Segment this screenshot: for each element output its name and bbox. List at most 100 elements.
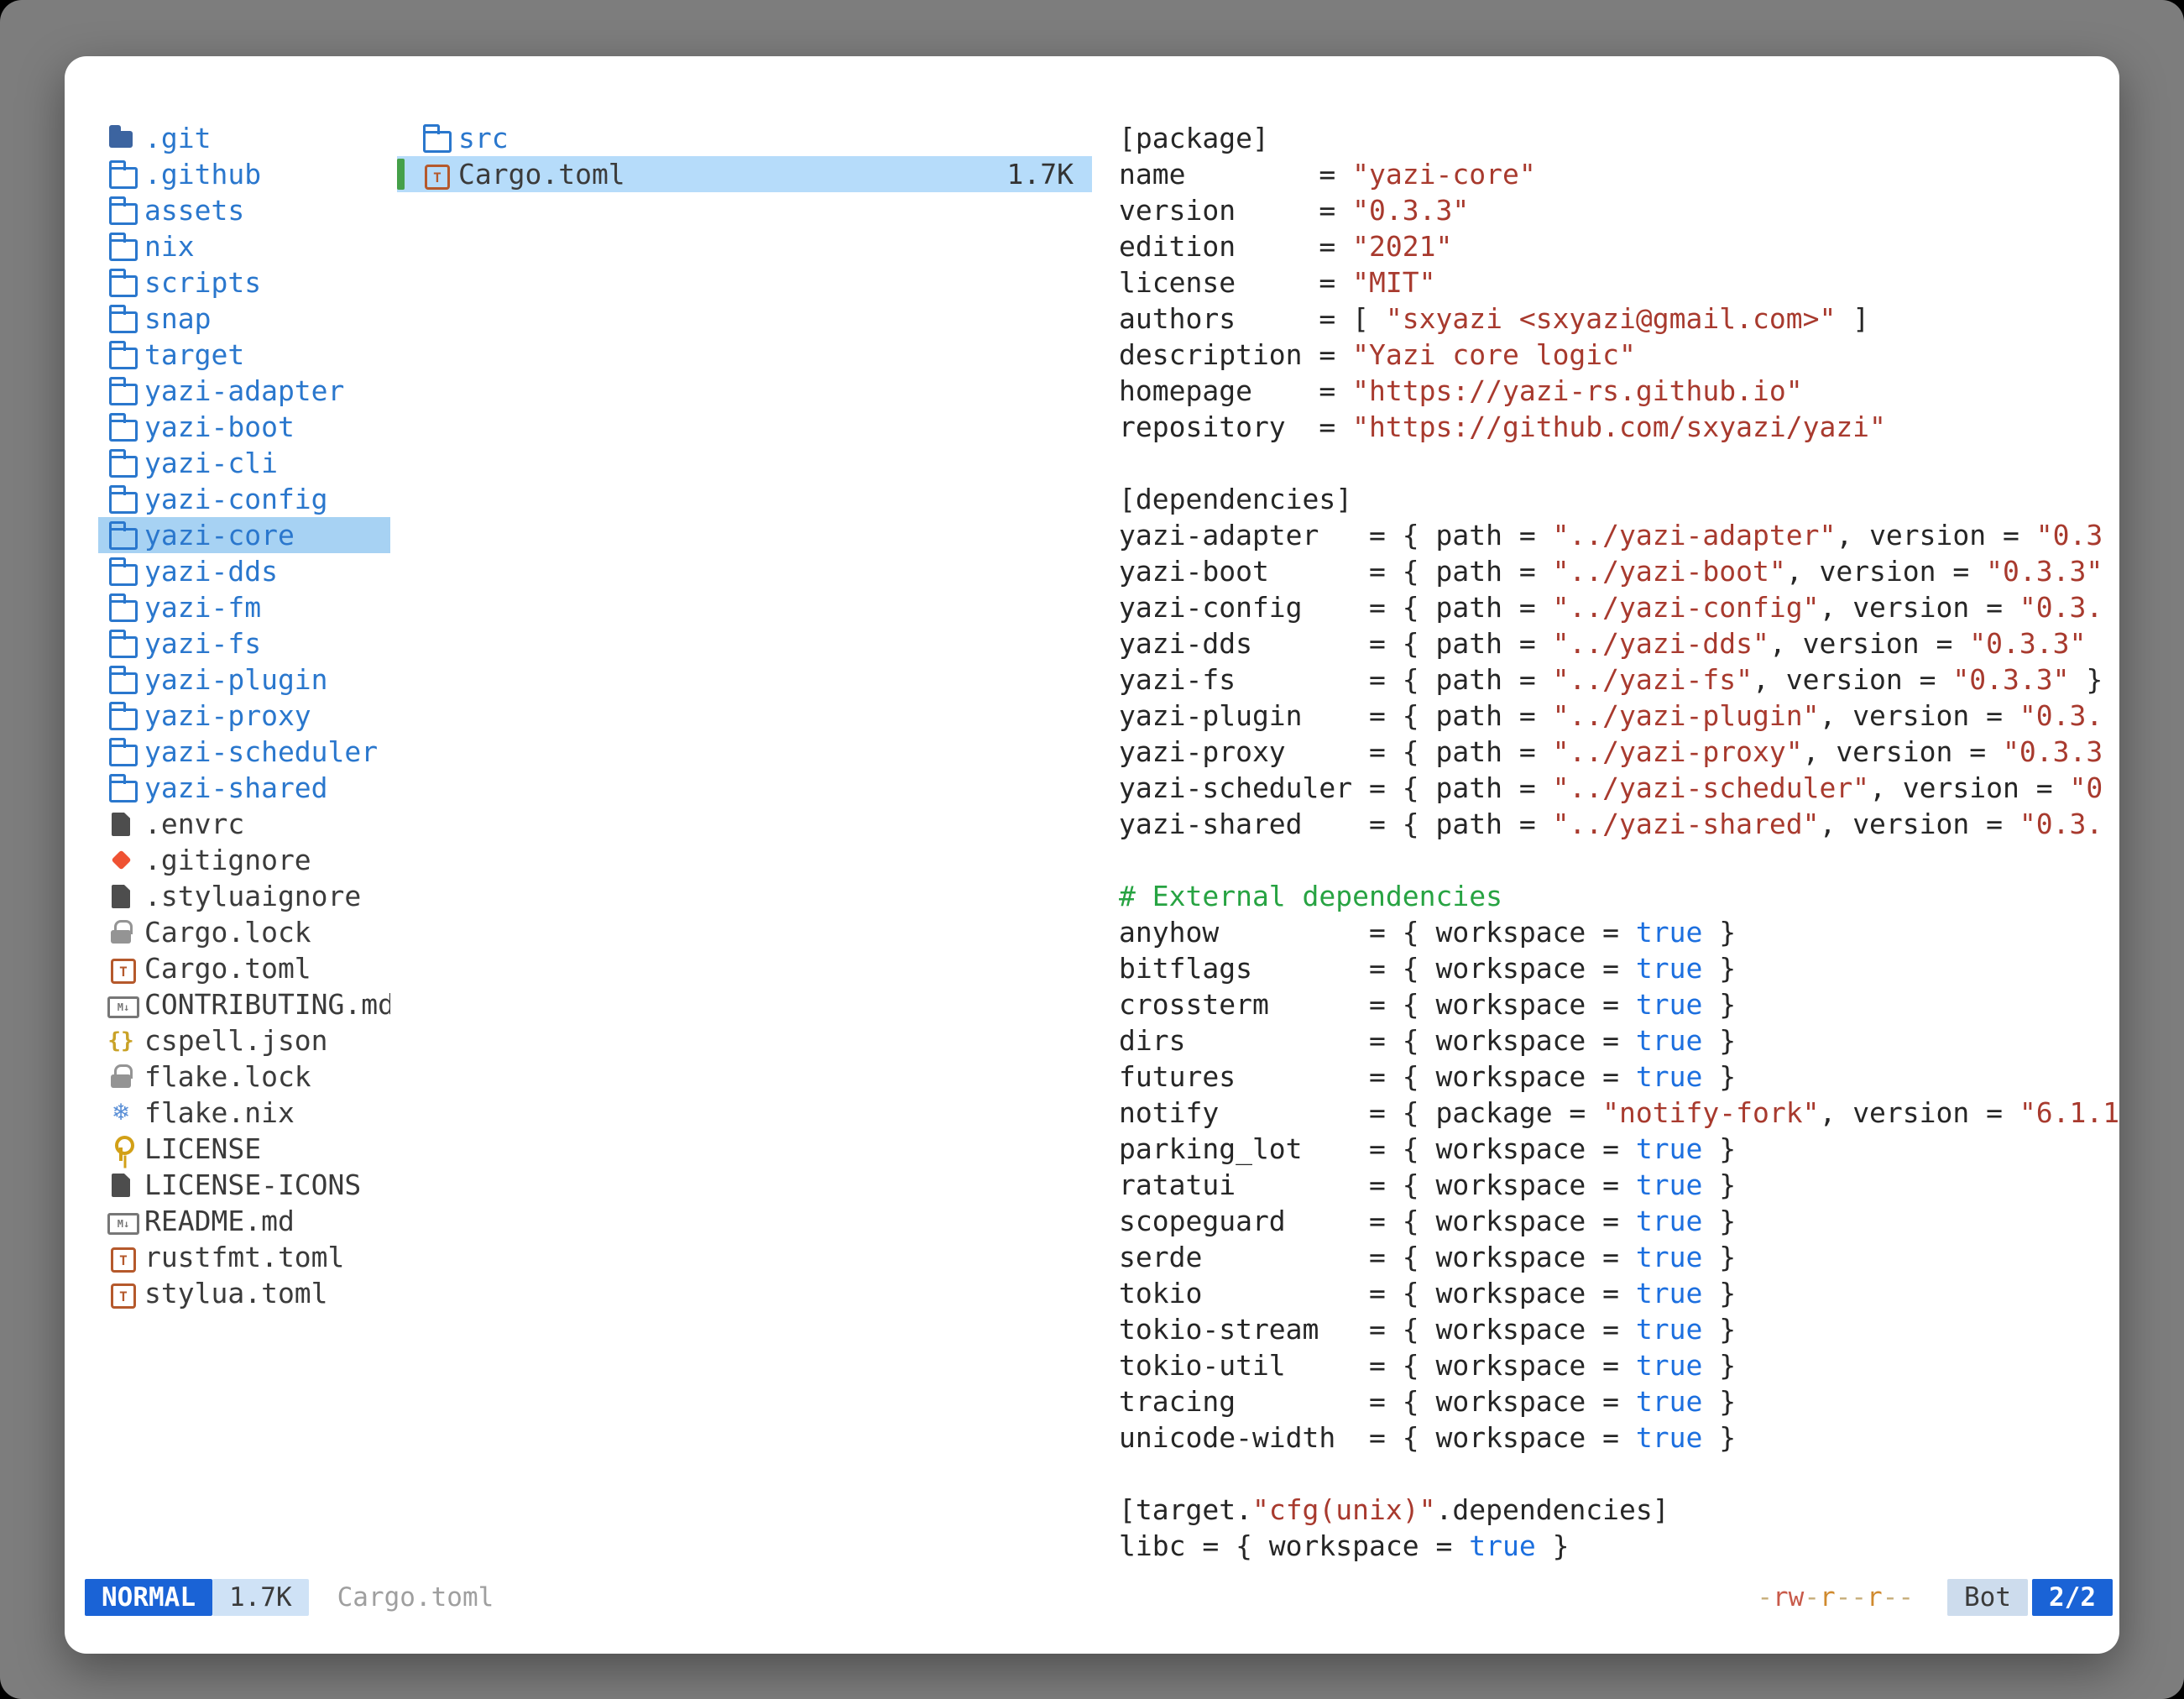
git-folder-icon [105,120,137,156]
preview-line: yazi-adapter = { path = "../yazi-adapter… [1119,517,2119,553]
preview-line: bitflags = { workspace = true } [1119,950,2119,986]
entry-name: yazi-cli [144,447,278,479]
folder-icon [105,156,137,192]
parent-directory-item[interactable]: yazi-boot [98,409,390,445]
parent-directory-item[interactable]: yazi-fs [98,625,390,661]
parent-directory-item[interactable]: yazi-plugin [98,661,390,698]
toml-icon [105,950,137,986]
preview-line: [dependencies] [1119,481,2119,517]
current-directory-pane: src Cargo.toml 1.7K [397,120,1092,1579]
scroll-position-badge: Bot [1947,1579,2028,1616]
preview-line: serde = { workspace = true } [1119,1239,2119,1275]
file-icon [105,806,137,842]
current-directory-item[interactable]: src [397,120,1092,156]
preview-line: authors = [ "sxyazi <sxyazi@gmail.com>" … [1119,301,2119,337]
parent-directory-item[interactable]: yazi-config [98,481,390,517]
current-directory-item[interactable]: Cargo.toml 1.7K [397,156,1092,192]
preview-line: [package] [1119,120,2119,156]
preview-line: ratatui = { workspace = true } [1119,1167,2119,1203]
folder-icon [105,661,137,698]
entry-name: yazi-config [144,483,328,515]
parent-directory-item[interactable]: snap [98,301,390,337]
status-bar: NORMAL 1.7K Cargo.toml -rw-r--r-- Bot 2/… [65,1579,2119,1616]
file-permissions: -rw-r--r-- [1757,1579,1914,1616]
folder-icon [105,734,137,770]
entry-name: .envrc [144,808,244,840]
preview-line: name = "yazi-core" [1119,156,2119,192]
folder-icon [105,445,137,481]
preview-line: tokio = { workspace = true } [1119,1275,2119,1311]
preview-line: anyhow = { workspace = true } [1119,914,2119,950]
parent-directory-item[interactable]: cspell.json [98,1022,390,1059]
file-preview-pane: [package]name = "yazi-core"version = "0.… [1119,120,2119,1579]
file-manager-panes: .git .github assets nix scripts [65,120,2119,1579]
markdown-icon [105,986,137,1022]
folder-icon [105,553,137,589]
parent-directory-item[interactable]: yazi-adapter [98,373,390,409]
entry-name: Cargo.toml [144,952,311,985]
key-icon [105,1131,137,1167]
preview-line: libc = { workspace = true } [1119,1528,2119,1564]
parent-directory-item[interactable]: .github [98,156,390,192]
hover-marker [397,159,405,190]
toml-icon [419,156,451,192]
entry-name: yazi-adapter [144,374,344,407]
parent-directory-item[interactable]: yazi-proxy [98,698,390,734]
status-file-name: Cargo.toml [337,1579,494,1616]
parent-directory-item[interactable]: yazi-scheduler [98,734,390,770]
toml-icon [105,1275,137,1311]
parent-directory-item[interactable]: flake.nix [98,1095,390,1131]
parent-directory-item[interactable]: yazi-dds [98,553,390,589]
parent-directory-item[interactable]: LICENSE [98,1131,390,1167]
entry-name: nix [144,230,195,263]
parent-directory-item[interactable]: rustfmt.toml [98,1239,390,1275]
parent-directory-item[interactable]: CONTRIBUTING.md [98,986,390,1022]
preview-line: yazi-fs = { path = "../yazi-fs", version… [1119,661,2119,698]
git-icon [105,842,137,878]
parent-directory-item[interactable]: Cargo.lock [98,914,390,950]
folder-icon [105,192,137,228]
parent-directory-item[interactable]: Cargo.toml [98,950,390,986]
parent-directory-item[interactable]: yazi-cli [98,445,390,481]
parent-directory-item[interactable]: nix [98,228,390,264]
folder-icon [105,589,137,625]
folder-icon [105,517,137,553]
entry-name: flake.lock [144,1060,311,1093]
parent-directory-item[interactable]: yazi-core [98,517,390,553]
parent-directory-item[interactable]: .styluaignore [98,878,390,914]
entry-name: yazi-core [144,519,295,552]
preview-line: yazi-dds = { path = "../yazi-dds", versi… [1119,625,2119,661]
parent-directory-item[interactable]: LICENSE-ICONS [98,1167,390,1203]
desktop-background: .git .github assets nix scripts [0,0,2184,1699]
preview-line: repository = "https://github.com/sxyazi/… [1119,409,2119,445]
yazi-file-manager-window: .git .github assets nix scripts [65,56,2119,1654]
lock-icon [105,1059,137,1095]
preview-line: edition = "2021" [1119,228,2119,264]
folder-icon [105,625,137,661]
entry-name: cspell.json [144,1024,328,1057]
entry-name: LICENSE-ICONS [144,1168,361,1201]
parent-directory-item[interactable]: yazi-shared [98,770,390,806]
parent-directory-item[interactable]: stylua.toml [98,1275,390,1311]
entry-name: .github [144,158,261,191]
parent-directory-item[interactable]: README.md [98,1203,390,1239]
parent-directory-item[interactable]: .envrc [98,806,390,842]
entry-name: Cargo.toml [458,158,625,191]
preview-line: unicode-width = { workspace = true } [1119,1419,2119,1456]
parent-directory-item[interactable]: .gitignore [98,842,390,878]
parent-directory-item[interactable]: scripts [98,264,390,301]
entry-name: flake.nix [144,1096,295,1129]
parent-directory-item[interactable]: yazi-fm [98,589,390,625]
folder-icon [105,409,137,445]
lock-icon [105,914,137,950]
entry-name: .git [144,122,211,154]
preview-line: description = "Yazi core logic" [1119,337,2119,373]
parent-directory-item[interactable]: assets [98,192,390,228]
parent-directory-item[interactable]: flake.lock [98,1059,390,1095]
parent-directory-item[interactable]: .git [98,120,390,156]
folder-icon [105,698,137,734]
entry-name: target [144,338,244,371]
preview-line: [target."cfg(unix)".dependencies] [1119,1492,2119,1528]
parent-directory-item[interactable]: target [98,337,390,373]
entry-name: README.md [144,1205,295,1237]
